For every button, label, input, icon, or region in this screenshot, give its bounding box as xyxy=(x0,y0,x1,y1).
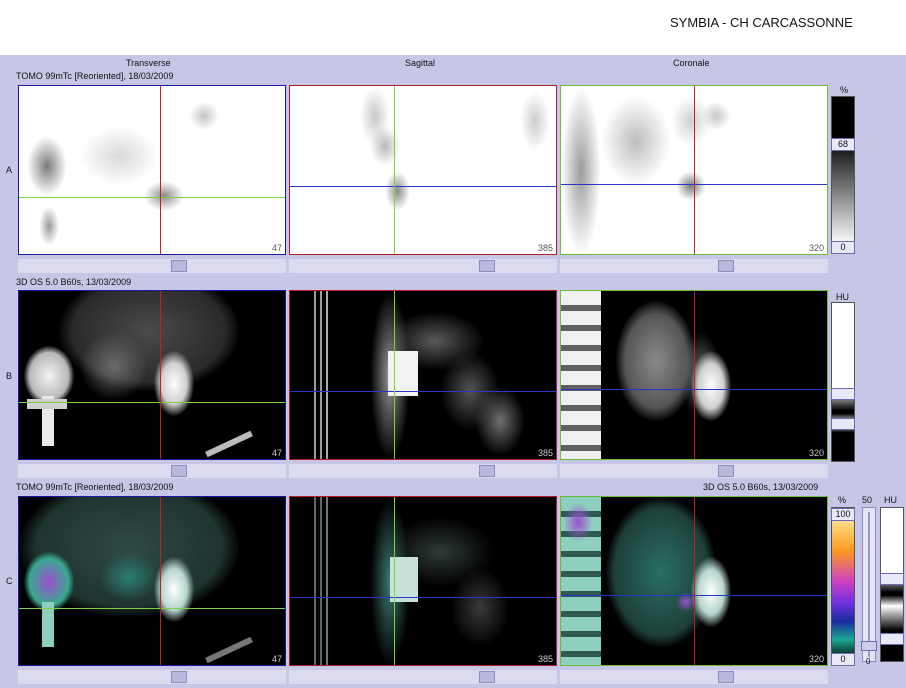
crosshair-vertical[interactable] xyxy=(160,497,161,665)
series-label-row-c-right: 3D OS 5.0 B60s, 13/03/2009 xyxy=(703,482,819,492)
window-bottom-value-a[interactable]: 0 xyxy=(831,241,855,254)
grayscale-colorbar-b[interactable] xyxy=(831,302,855,462)
grayscale-colorbar-a[interactable] xyxy=(831,96,855,246)
series-label-row-a: TOMO 99mTc [Reoriented], 18/03/2009 xyxy=(16,71,174,81)
window-top-value-a[interactable]: 68 xyxy=(831,138,855,151)
viewport-b-coronal[interactable]: 320 xyxy=(560,290,828,460)
scroll-thumb[interactable] xyxy=(479,260,495,272)
slice-number: 320 xyxy=(808,243,824,253)
scroll-thumb[interactable] xyxy=(718,260,734,272)
crosshair-horizontal[interactable] xyxy=(290,391,556,392)
slice-scrollbar-b-coronal[interactable] xyxy=(560,464,828,478)
slice-scrollbar-b-transverse[interactable] xyxy=(18,464,286,478)
column-header-coronal: Coronale xyxy=(673,58,710,68)
crosshair-horizontal[interactable] xyxy=(290,186,556,187)
viewport-a-sagittal[interactable]: 385 xyxy=(289,85,557,255)
scroll-thumb[interactable] xyxy=(171,260,187,272)
crosshair-vertical[interactable] xyxy=(694,291,695,459)
window-top-handle-b[interactable] xyxy=(831,388,855,400)
scroll-thumb[interactable] xyxy=(479,465,495,477)
viewport-c-sagittal[interactable]: 385 xyxy=(289,496,557,666)
crosshair-horizontal[interactable] xyxy=(290,597,556,598)
slice-number: 47 xyxy=(271,243,282,253)
viewport-b-transverse[interactable]: 47 xyxy=(18,290,286,460)
scroll-thumb[interactable] xyxy=(718,465,734,477)
scale-unit-c: % xyxy=(838,495,847,505)
slice-number: 385 xyxy=(537,448,553,458)
blend-top-value: 50 xyxy=(862,495,873,505)
scroll-thumb[interactable] xyxy=(171,671,187,683)
slice-number: 385 xyxy=(537,243,553,253)
scale-unit-c-ct: HU xyxy=(884,495,897,505)
viewport-a-coronal[interactable]: 320 xyxy=(560,85,828,255)
slice-scrollbar-c-sagittal[interactable] xyxy=(289,670,557,684)
institution-title: SYMBIA - CH CARCASSONNE xyxy=(670,15,853,30)
window-bottom-value-c[interactable]: 0 xyxy=(831,653,855,666)
slice-scrollbar-a-coronal[interactable] xyxy=(560,259,828,273)
scroll-thumb[interactable] xyxy=(171,465,187,477)
slice-scrollbar-a-sagittal[interactable] xyxy=(289,259,557,273)
slice-scrollbar-c-transverse[interactable] xyxy=(18,670,286,684)
fusion-blend-slider[interactable] xyxy=(861,507,877,662)
crosshair-horizontal[interactable] xyxy=(19,197,285,198)
window-bottom-handle-b[interactable] xyxy=(831,418,855,430)
column-header-transverse: Transverse xyxy=(126,58,171,68)
slice-scrollbar-b-sagittal[interactable] xyxy=(289,464,557,478)
blend-bottom-value: 0 xyxy=(866,657,871,666)
slice-number: 385 xyxy=(537,654,553,664)
series-label-row-c-left: TOMO 99mTc [Reoriented], 18/03/2009 xyxy=(16,482,174,492)
crosshair-vertical[interactable] xyxy=(160,291,161,459)
crosshair-vertical[interactable] xyxy=(160,86,161,254)
row-label-b: B xyxy=(6,371,13,381)
scale-unit-a: % xyxy=(840,85,849,95)
row-label-c: C xyxy=(6,576,13,586)
ct-window-bottom-handle-c[interactable] xyxy=(880,633,904,645)
crosshair-vertical[interactable] xyxy=(694,86,695,254)
slice-number: 47 xyxy=(271,654,282,664)
slice-number: 47 xyxy=(271,448,282,458)
slice-scrollbar-a-transverse[interactable] xyxy=(18,259,286,273)
slice-scrollbar-c-coronal[interactable] xyxy=(560,670,828,684)
viewport-c-transverse[interactable]: 47 xyxy=(18,496,286,666)
crosshair-horizontal[interactable] xyxy=(19,608,285,609)
crosshair-horizontal[interactable] xyxy=(19,402,285,403)
crosshair-vertical[interactable] xyxy=(694,497,695,665)
viewport-a-transverse[interactable]: 47 xyxy=(18,85,286,255)
scroll-thumb[interactable] xyxy=(718,671,734,683)
viewport-b-sagittal[interactable]: 385 xyxy=(289,290,557,460)
slice-number: 320 xyxy=(808,654,824,664)
slice-number: 320 xyxy=(808,448,824,458)
pet-colorbar-c[interactable] xyxy=(831,507,855,662)
series-label-row-b: 3D OS 5.0 B60s, 13/03/2009 xyxy=(16,277,132,287)
crosshair-vertical[interactable] xyxy=(394,86,395,254)
header-bar: SYMBIA - CH CARCASSONNE xyxy=(0,0,906,55)
scale-unit-b: HU xyxy=(836,292,849,302)
viewport-c-coronal[interactable]: 320 xyxy=(560,496,828,666)
blend-slider-thumb[interactable] xyxy=(861,641,877,651)
row-label-a: A xyxy=(6,165,13,175)
column-header-sagittal: Sagittal xyxy=(405,58,436,68)
crosshair-vertical[interactable] xyxy=(394,497,395,665)
scroll-thumb[interactable] xyxy=(479,671,495,683)
crosshair-vertical[interactable] xyxy=(394,291,395,459)
window-top-value-c[interactable]: 100 xyxy=(831,508,855,521)
ct-window-top-handle-c[interactable] xyxy=(880,573,904,585)
